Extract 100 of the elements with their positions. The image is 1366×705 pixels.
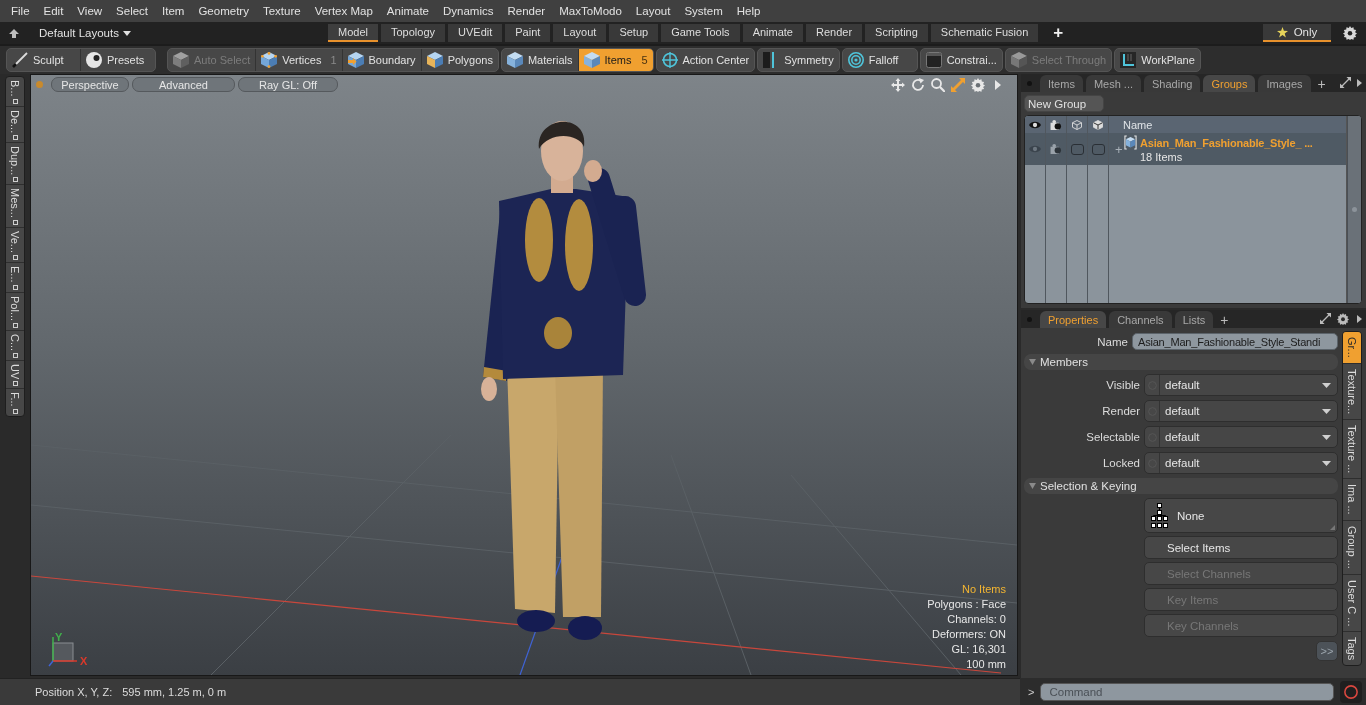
menu-item[interactable]: Geometry [191, 1, 256, 21]
add-tab-button[interactable]: + [1220, 312, 1229, 328]
tool-button[interactable]: Action Center [656, 49, 755, 71]
settings-icon[interactable] [1337, 313, 1349, 325]
up-arrow-icon[interactable] [9, 28, 19, 38]
corner-grip-icon[interactable] [1330, 525, 1335, 530]
side-tab[interactable]: B... [6, 77, 24, 107]
dropdown[interactable]: default [1144, 374, 1338, 396]
collapse-triangle-icon[interactable] [1029, 359, 1036, 365]
layout-menu[interactable]: Default Layouts [39, 27, 131, 39]
layout-tab[interactable]: Setup [609, 24, 659, 42]
tool-button[interactable]: Constrai... [920, 49, 1002, 71]
command-field[interactable]: Command [1040, 682, 1334, 701]
new-group-button[interactable]: New Group [1024, 95, 1104, 112]
side-tab[interactable]: F... [6, 389, 24, 416]
rotate-icon[interactable] [911, 78, 925, 92]
person-model-drawing[interactable] [481, 121, 646, 640]
layout-tab[interactable]: Paint [505, 24, 551, 42]
caret-right-icon[interactable] [1357, 315, 1362, 323]
eye-icon[interactable] [1029, 119, 1041, 130]
section-header[interactable]: Members [1024, 354, 1338, 370]
tool-button[interactable]: WorkPlane [1115, 49, 1200, 71]
status-dot-icon[interactable] [36, 81, 43, 88]
dropdown[interactable]: default [1144, 452, 1338, 474]
menu-item[interactable]: Vertex Map [307, 1, 380, 21]
menu-item[interactable]: Item [155, 1, 192, 21]
menu-item[interactable]: Render [500, 1, 553, 21]
tool-button[interactable]: Materials [501, 49, 579, 71]
tool-button[interactable]: Items 5 [578, 49, 653, 71]
preset-button[interactable]: None [1144, 498, 1338, 533]
camera-icon[interactable] [1050, 119, 1062, 130]
viewport-option-button[interactable]: Perspective [51, 77, 129, 92]
cube-outline-icon[interactable] [1071, 119, 1083, 130]
side-tab[interactable]: Texture ... [1343, 420, 1361, 480]
tool-button[interactable]: Symmetry [758, 49, 839, 71]
menu-item[interactable]: Dynamics [436, 1, 501, 21]
move-icon[interactable] [891, 78, 905, 92]
side-tab[interactable]: C... [6, 330, 24, 361]
layout-tab[interactable]: Render [806, 24, 863, 42]
add-tab-button[interactable]: + [1317, 76, 1326, 92]
column-header[interactable]: Name [1123, 118, 1153, 131]
viewport-option-button[interactable]: Advanced [132, 77, 235, 92]
action-button[interactable]: Select Items [1144, 536, 1338, 559]
tool-button[interactable]: Polygons [421, 49, 498, 71]
side-tab[interactable]: UV [6, 360, 24, 390]
menu-item[interactable]: Animate [379, 1, 436, 21]
layout-tab[interactable]: Layout [553, 24, 607, 42]
side-tab[interactable]: E... [6, 263, 24, 293]
settings-icon[interactable] [1343, 26, 1357, 40]
layout-tab[interactable]: Scripting [865, 24, 928, 42]
layout-tab[interactable]: Topology [380, 24, 445, 42]
tool-button[interactable]: Presets [81, 49, 155, 71]
favorites-filter[interactable]: Only [1263, 24, 1331, 42]
tool-button[interactable]: Vertices 1 [256, 49, 343, 71]
menu-item[interactable]: MaxToModo [552, 1, 629, 21]
menu-item[interactable]: View [70, 1, 110, 21]
panel-tab[interactable]: Channels [1109, 311, 1172, 328]
layout-tab[interactable]: UVEdit [448, 24, 503, 42]
side-tab[interactable]: Group ... [1343, 520, 1361, 575]
grip-dot-icon[interactable] [1352, 207, 1357, 212]
dropdown[interactable]: default [1144, 400, 1338, 422]
collapse-triangle-icon[interactable] [1029, 483, 1036, 489]
panel-tab[interactable]: Groups [1203, 75, 1256, 92]
scrollbar[interactable] [1347, 116, 1361, 303]
layout-tab[interactable]: Game Tools [661, 24, 740, 42]
panel-tab[interactable]: Items [1040, 75, 1083, 92]
side-tab[interactable]: User C ... [1343, 574, 1361, 633]
panel-tab[interactable]: Lists [1174, 311, 1214, 328]
side-tab[interactable]: Texture... [1343, 363, 1361, 421]
dropdown[interactable]: default [1144, 426, 1338, 448]
layout-tab[interactable]: Animate [742, 24, 803, 42]
section-header[interactable]: Selection & Keying [1024, 478, 1338, 494]
panel-tab[interactable]: Images [1258, 75, 1311, 92]
menu-item[interactable]: File [4, 1, 37, 21]
menu-item[interactable]: System [677, 1, 730, 21]
side-tab[interactable]: Gr... [1343, 332, 1361, 364]
tool-button[interactable]: Falloff [842, 49, 917, 71]
menu-item[interactable]: Select [109, 1, 156, 21]
menu-item[interactable]: Help [729, 1, 768, 21]
side-tab[interactable]: Ima ... [1343, 479, 1361, 521]
menu-item[interactable]: Edit [36, 1, 71, 21]
side-tab[interactable]: Pol... [6, 292, 24, 331]
panel-tab[interactable]: Shading [1144, 75, 1201, 92]
expand-arrows-icon[interactable] [1340, 77, 1351, 88]
tool-button[interactable]: Sculpt [7, 49, 81, 71]
caret-right-icon[interactable] [1357, 79, 1362, 87]
magnifier-icon[interactable] [931, 78, 945, 92]
tool-button[interactable]: Boundary [342, 49, 422, 71]
side-tab[interactable]: Ve... [6, 228, 24, 264]
viewport-option-button[interactable]: Ray GL: Off [238, 77, 338, 92]
cube-solid-icon[interactable] [1092, 119, 1104, 130]
panel-tab[interactable]: Mesh ... [1085, 75, 1142, 92]
layout-tab[interactable]: Schematic Fusion [930, 24, 1039, 42]
panel-tab[interactable]: Properties [1040, 311, 1107, 328]
expand-arrows-icon[interactable] [1320, 313, 1331, 324]
side-tab[interactable]: Dup... [6, 142, 24, 186]
add-tab-button[interactable]: + [1053, 24, 1064, 42]
menu-item[interactable]: Texture [255, 1, 308, 21]
side-tab[interactable]: Tags [1343, 632, 1361, 666]
layout-tab[interactable]: Model [328, 24, 378, 42]
